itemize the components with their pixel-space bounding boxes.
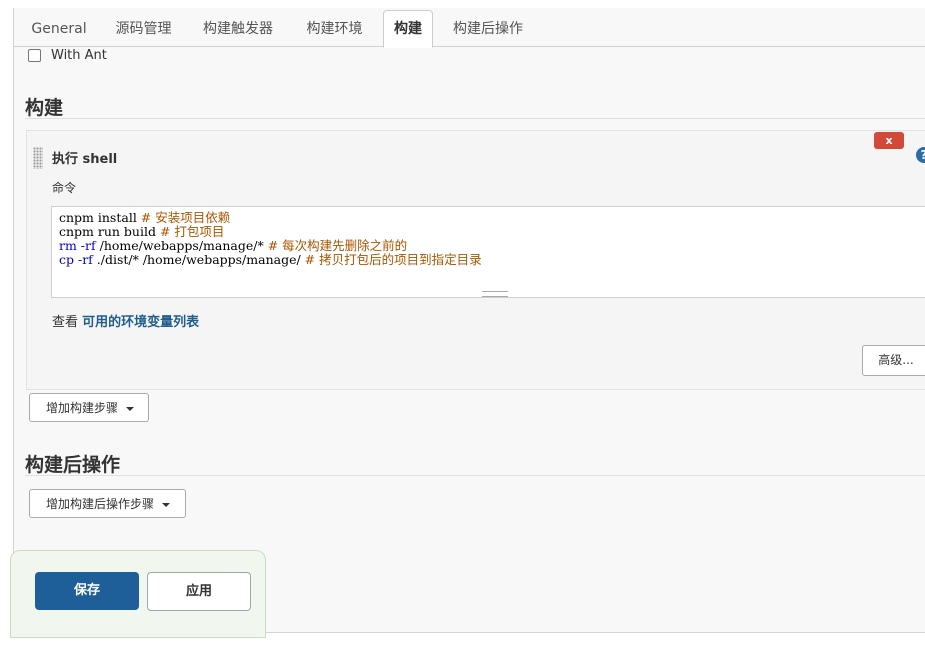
tab-scm[interactable]: 源码管理 bbox=[106, 16, 181, 46]
post-build-section-title: 构建后操作 bbox=[25, 454, 121, 476]
chevron-down-icon bbox=[162, 502, 171, 507]
command-body: /home/webapps/manage/* bbox=[95, 238, 268, 253]
build-section-divider bbox=[25, 118, 925, 119]
add-post-build-step-button[interactable]: 增加构建后操作步骤 bbox=[29, 489, 186, 518]
help-icon[interactable]: ? bbox=[916, 147, 925, 163]
command-line: cp -rf ./dist/* /home/webapps/manage/ # … bbox=[59, 253, 482, 267]
top-strip bbox=[0, 0, 925, 8]
command-label: 命令 bbox=[52, 181, 77, 195]
add-build-step-label: 增加构建步骤 bbox=[46, 401, 119, 415]
command-line: cnpm run build # 打包项目 bbox=[59, 225, 482, 239]
command-comment: # 每次构建先删除之前的 bbox=[267, 238, 408, 253]
save-bar: 保存 应用 bbox=[10, 550, 266, 638]
post-build-divider bbox=[25, 475, 925, 476]
command-body: cnpm run build bbox=[59, 224, 160, 239]
advanced-button[interactable]: 高级... bbox=[862, 345, 925, 376]
editor-resize-handle[interactable] bbox=[482, 291, 508, 297]
tab-triggers[interactable]: 构建触发器 bbox=[192, 16, 284, 46]
tab-build-env[interactable]: 构建环境 bbox=[297, 16, 372, 46]
command-text[interactable]: cnpm install # 安装项目依赖 cnpm run build # 打包… bbox=[59, 211, 482, 267]
command-keyword: rm -rf bbox=[59, 238, 96, 253]
tab-bar: General 源码管理 构建触发器 构建环境 构建 构建后操作 bbox=[14, 8, 925, 48]
tab-general[interactable]: General bbox=[24, 16, 94, 46]
step-title: 执行 shell bbox=[52, 152, 118, 167]
config-page: General 源码管理 构建触发器 构建环境 构建 构建后操作 With An… bbox=[13, 8, 925, 633]
command-line: cnpm install # 安装项目依赖 bbox=[59, 211, 482, 225]
tab-post-build[interactable]: 构建后操作 bbox=[444, 16, 532, 46]
env-vars-row: 查看 可用的环境变量列表 bbox=[52, 311, 199, 330]
add-post-build-step-label: 增加构建后操作步骤 bbox=[46, 497, 155, 511]
delete-step-button[interactable]: x bbox=[874, 132, 904, 149]
command-comment: # 打包项目 bbox=[159, 224, 225, 239]
build-section-title: 构建 bbox=[25, 97, 64, 119]
add-build-step-button[interactable]: 增加构建步骤 bbox=[29, 393, 149, 422]
env-vars-link[interactable]: 可用的环境变量列表 bbox=[82, 315, 199, 330]
save-button[interactable]: 保存 bbox=[35, 572, 139, 610]
with-ant-label: With Ant bbox=[51, 48, 107, 63]
command-line: rm -rf /home/webapps/manage/* # 每次构建先删除之… bbox=[59, 239, 482, 253]
with-ant-row: With Ant bbox=[28, 48, 107, 63]
command-keyword: cp -rf bbox=[59, 252, 93, 267]
tab-build[interactable]: 构建 bbox=[383, 10, 433, 48]
command-editor[interactable]: cnpm install # 安装项目依赖 cnpm run build # 打包… bbox=[51, 206, 925, 298]
apply-button[interactable]: 应用 bbox=[147, 572, 251, 611]
command-comment: # 拷贝打包后的项目到指定目录 bbox=[304, 252, 482, 267]
chevron-down-icon bbox=[126, 406, 135, 411]
shell-step-panel: 执行 shell x ? 命令 cnpm install # 安装项目依赖cnp… bbox=[26, 130, 925, 390]
command-body: cnpm install bbox=[59, 210, 141, 225]
command-body: ./dist/* /home/webapps/manage/ bbox=[92, 252, 305, 267]
with-ant-checkbox[interactable] bbox=[28, 49, 41, 62]
env-prefix: 查看 bbox=[52, 315, 79, 330]
drag-handle-icon[interactable] bbox=[33, 147, 43, 169]
command-comment: # 安装项目依赖 bbox=[140, 210, 231, 225]
